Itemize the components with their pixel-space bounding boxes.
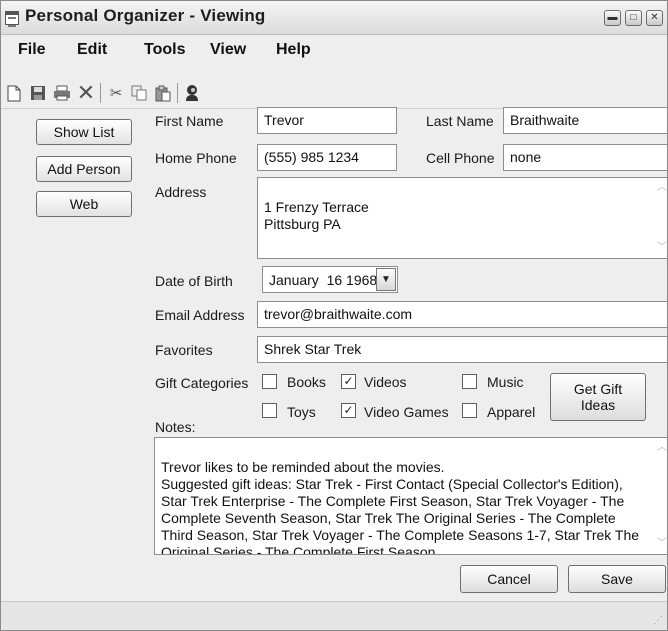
cut-icon[interactable]: ✂ bbox=[106, 83, 126, 103]
address-scrollbar[interactable]: ︿ ﹀ bbox=[654, 178, 667, 258]
status-bar: ⋰ bbox=[1, 601, 667, 630]
videos-label: Videos bbox=[364, 374, 407, 390]
title-bar: Personal Organizer - Viewing ▬ □ ✕ bbox=[1, 1, 667, 35]
first-name-field[interactable]: Trevor bbox=[257, 107, 397, 134]
toys-checkbox[interactable] bbox=[262, 403, 277, 418]
first-name-label: First Name bbox=[155, 113, 224, 129]
web-button[interactable]: Web bbox=[36, 191, 132, 217]
books-checkbox[interactable] bbox=[262, 374, 277, 389]
favorites-field[interactable]: Shrek Star Trek bbox=[257, 336, 667, 363]
resize-grip-icon[interactable]: ⋰ bbox=[653, 615, 663, 626]
apparel-checkbox[interactable] bbox=[462, 403, 477, 418]
music-label: Music bbox=[487, 374, 524, 390]
cancel-button[interactable]: Cancel bbox=[460, 565, 558, 593]
toys-label: Toys bbox=[287, 404, 316, 420]
person-icon[interactable] bbox=[182, 83, 202, 103]
maximize-button[interactable]: □ bbox=[625, 10, 642, 26]
music-checkbox[interactable] bbox=[462, 374, 477, 389]
date-of-birth-value: January 16 1968 bbox=[269, 272, 378, 288]
notes-textarea[interactable]: Trevor likes to be reminded about the mo… bbox=[154, 437, 667, 555]
gift-categories-label: Gift Categories bbox=[155, 375, 249, 391]
email-label: Email Address bbox=[155, 307, 245, 323]
apparel-label: Apparel bbox=[487, 404, 536, 420]
menu-view[interactable]: View bbox=[210, 41, 246, 59]
address-label: Address bbox=[155, 184, 207, 200]
address-text: 1 Frenzy Terrace Pittsburg PA bbox=[264, 199, 369, 232]
home-phone-field[interactable]: (555) 985 1234 bbox=[257, 144, 397, 171]
new-document-icon[interactable] bbox=[4, 83, 24, 103]
address-textarea[interactable]: 1 Frenzy Terrace Pittsburg PA ︿ ﹀ bbox=[257, 177, 667, 259]
app-icon bbox=[5, 11, 19, 27]
toolbar-separator bbox=[100, 83, 101, 103]
scroll-down-icon[interactable]: ﹀ bbox=[655, 240, 667, 256]
last-name-field[interactable]: Braithwaite bbox=[503, 107, 667, 134]
paste-icon[interactable] bbox=[153, 83, 173, 103]
video-games-label: Video Games bbox=[364, 404, 449, 420]
menu-file[interactable]: File bbox=[18, 41, 46, 59]
menu-bar: File Edit Tools View Help bbox=[1, 35, 667, 65]
copy-icon[interactable] bbox=[129, 83, 149, 103]
menu-tools[interactable]: Tools bbox=[144, 41, 185, 59]
date-of-birth-picker[interactable]: January 16 1968 ▼ bbox=[262, 266, 398, 293]
cell-phone-field[interactable]: none bbox=[503, 144, 667, 171]
print-icon[interactable] bbox=[52, 83, 72, 103]
menu-help[interactable]: Help bbox=[276, 41, 311, 59]
email-field[interactable]: trevor@braithwaite.com bbox=[257, 301, 667, 328]
close-button[interactable]: ✕ bbox=[646, 10, 663, 26]
notes-text: Trevor likes to be reminded about the mo… bbox=[161, 459, 640, 555]
window-title: Personal Organizer - Viewing bbox=[25, 6, 266, 25]
scroll-up-icon[interactable]: ︿ bbox=[655, 440, 667, 456]
menu-edit[interactable]: Edit bbox=[77, 41, 107, 59]
toolbar-separator bbox=[177, 83, 178, 103]
home-phone-label: Home Phone bbox=[155, 150, 237, 166]
save-icon[interactable] bbox=[28, 83, 48, 103]
cell-phone-label: Cell Phone bbox=[426, 150, 495, 166]
delete-icon[interactable]: ✕ bbox=[76, 80, 96, 105]
last-name-label: Last Name bbox=[426, 113, 494, 129]
toolbar: ✕ ✂ bbox=[1, 65, 667, 109]
show-list-button[interactable]: Show List bbox=[36, 119, 132, 145]
save-button[interactable]: Save bbox=[568, 565, 666, 593]
minimize-button[interactable]: ▬ bbox=[604, 10, 621, 26]
scroll-down-icon[interactable]: ﹀ bbox=[655, 536, 667, 552]
chevron-down-icon[interactable]: ▼ bbox=[376, 268, 396, 291]
notes-label: Notes: bbox=[155, 419, 196, 435]
date-of-birth-label: Date of Birth bbox=[155, 273, 233, 289]
app-window: Personal Organizer - Viewing ▬ □ ✕ File … bbox=[0, 0, 668, 631]
add-person-button[interactable]: Add Person bbox=[36, 156, 132, 182]
videos-checkbox[interactable]: ✓ bbox=[341, 374, 356, 389]
notes-scrollbar[interactable]: ︿ ﹀ bbox=[654, 438, 667, 554]
get-gift-ideas-button[interactable]: Get Gift Ideas bbox=[550, 373, 646, 421]
favorites-label: Favorites bbox=[155, 342, 213, 358]
scroll-up-icon[interactable]: ︿ bbox=[655, 180, 667, 196]
books-label: Books bbox=[287, 374, 326, 390]
video-games-checkbox[interactable]: ✓ bbox=[341, 403, 356, 418]
